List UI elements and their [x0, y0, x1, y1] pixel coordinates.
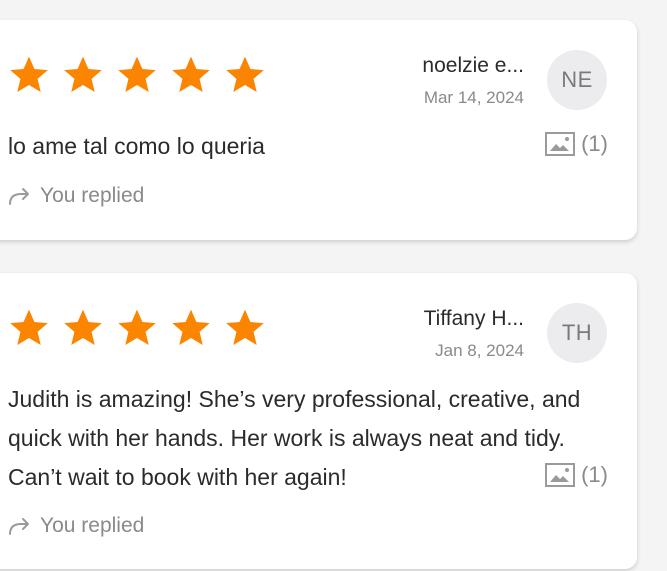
review-card[interactable]: Tiffany H... Jan 8, 2024 TH Judith is am…: [0, 273, 637, 569]
photo-count: (1): [581, 462, 608, 487]
star-icon: [118, 309, 156, 345]
reply-status-label: You replied: [40, 514, 145, 537]
star-rating: [8, 54, 266, 96]
image-icon: [545, 463, 576, 487]
image-icon: [545, 132, 576, 156]
star-icon: [10, 56, 48, 92]
review-photos-button[interactable]: (1): [545, 131, 608, 157]
reply-status[interactable]: You replied: [8, 184, 144, 208]
reviewer-name[interactable]: Tiffany H...: [424, 307, 524, 331]
star-rating: [8, 307, 266, 349]
reviewer-name[interactable]: noelzie e...: [422, 54, 524, 78]
review-card[interactable]: noelzie e... Mar 14, 2024 NE lo ame tal …: [0, 20, 637, 240]
review-photos-button[interactable]: (1): [545, 462, 608, 488]
review-text: lo ame tal como lo queria: [8, 133, 265, 159]
review-date: Jan 8, 2024: [435, 341, 524, 360]
star-icon: [226, 56, 264, 92]
reply-status[interactable]: You replied: [8, 514, 144, 538]
star-icon: [64, 56, 102, 92]
avatar[interactable]: TH: [547, 303, 607, 363]
star-icon: [226, 309, 264, 345]
star-icon: [172, 56, 210, 92]
reply-arrow-icon: [9, 518, 29, 535]
reply-arrow-icon: [9, 188, 29, 205]
reply-status-label: You replied: [40, 184, 145, 207]
star-icon: [64, 309, 102, 345]
photo-count: (1): [581, 131, 608, 156]
star-icon: [172, 309, 210, 345]
avatar[interactable]: NE: [547, 50, 607, 110]
star-icon: [118, 56, 156, 92]
review-date: Mar 14, 2024: [423, 88, 524, 107]
review-text: Judith is amazing! She’s very profession…: [8, 386, 581, 490]
star-icon: [10, 309, 48, 345]
